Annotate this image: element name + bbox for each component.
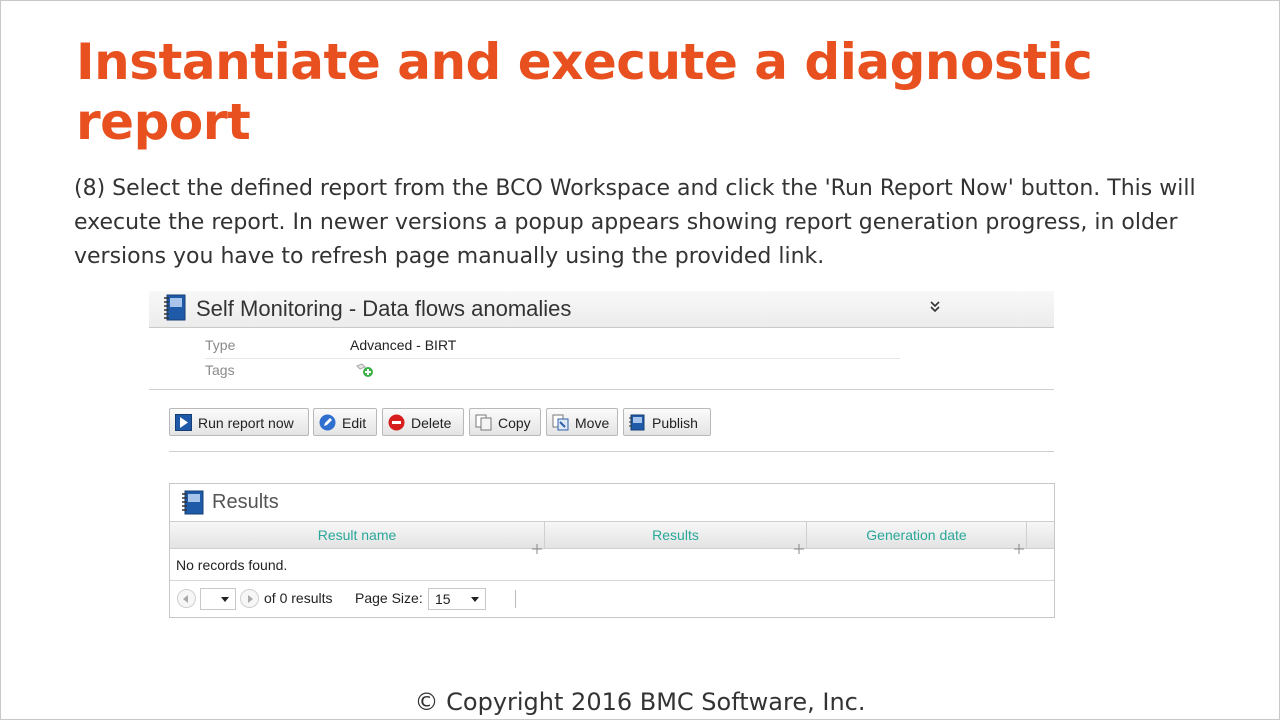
run-report-now-button[interactable]: Run report now bbox=[169, 408, 309, 436]
delete-button[interactable]: Delete bbox=[382, 408, 464, 436]
move-icon bbox=[552, 414, 569, 431]
move-label: Move bbox=[575, 415, 610, 431]
results-book-icon bbox=[179, 489, 205, 522]
column-resize-icon[interactable] bbox=[794, 536, 804, 554]
play-icon bbox=[175, 414, 192, 431]
column-resize-icon[interactable] bbox=[1014, 536, 1024, 554]
column-header-filler bbox=[1027, 521, 1054, 549]
pencil-icon bbox=[319, 414, 336, 431]
copyright-footer: © Copyright 2016 BMC Software, Inc. bbox=[414, 688, 866, 716]
results-count-text: of 0 results bbox=[264, 590, 333, 606]
slide-title: Instantiate and execute a diagnostic rep… bbox=[76, 33, 1093, 151]
column-header-generation-date[interactable]: Generation date bbox=[807, 521, 1027, 554]
results-header: Results bbox=[170, 484, 1054, 521]
column-header-result-name[interactable]: Result name bbox=[170, 521, 545, 554]
copy-icon bbox=[475, 414, 492, 431]
slide-body-text: (8) Select the defined report from the B… bbox=[74, 176, 1196, 269]
header-divider bbox=[149, 389, 1054, 390]
page-size-value: 15 bbox=[435, 591, 451, 607]
report-book-icon bbox=[161, 293, 187, 328]
run-report-now-label: Run report now bbox=[198, 415, 294, 431]
column-header-results[interactable]: Results bbox=[545, 521, 831, 554]
prop-label-tags: Tags bbox=[205, 362, 235, 378]
page-size-label: Page Size: bbox=[355, 590, 423, 606]
collapse-toggle-icon[interactable] bbox=[929, 300, 941, 317]
page-size-select[interactable]: 15 bbox=[428, 588, 486, 610]
page-number-select[interactable] bbox=[200, 588, 236, 610]
chevron-down-icon bbox=[471, 597, 479, 602]
edit-button[interactable]: Edit bbox=[313, 408, 377, 436]
edit-label: Edit bbox=[342, 415, 367, 431]
report-title: Self Monitoring - Data flows anomalies bbox=[196, 296, 572, 321]
next-page-button[interactable] bbox=[240, 589, 259, 608]
prop-label-type: Type bbox=[205, 337, 236, 353]
column-resize-icon[interactable] bbox=[532, 536, 542, 554]
previous-page-button[interactable] bbox=[177, 589, 196, 608]
results-title: Results bbox=[212, 491, 279, 513]
copy-button[interactable]: Copy bbox=[469, 408, 541, 436]
column-label-result-name: Result name bbox=[317, 527, 397, 543]
move-button[interactable]: Move bbox=[546, 408, 618, 436]
delete-label: Delete bbox=[411, 415, 452, 431]
empty-results-message: No records found. bbox=[176, 557, 288, 573]
publish-button[interactable]: Publish bbox=[623, 408, 711, 436]
prop-value-type: Advanced - BIRT bbox=[350, 337, 457, 353]
publish-icon bbox=[629, 414, 646, 431]
prop-row-type: Type Advanced - BIRT bbox=[205, 334, 900, 359]
column-label-generation-date: Generation date bbox=[866, 527, 967, 543]
add-tag-icon[interactable] bbox=[355, 362, 375, 378]
prop-row-tags: Tags bbox=[205, 359, 900, 383]
chevron-down-icon bbox=[221, 597, 229, 602]
report-header: Self Monitoring - Data flows anomalies bbox=[149, 291, 1054, 328]
publish-label: Publish bbox=[652, 415, 698, 431]
toolbar-divider bbox=[169, 451, 1054, 452]
results-panel: Results Result name Results Generation d… bbox=[169, 483, 1055, 618]
results-pager: of 0 results Page Size: 15 bbox=[170, 580, 1054, 618]
copy-label: Copy bbox=[498, 415, 531, 431]
report-properties: Type Advanced - BIRT Tags bbox=[205, 334, 900, 383]
delete-icon bbox=[388, 414, 405, 431]
column-label-results: Results bbox=[652, 527, 699, 543]
pager-divider bbox=[515, 590, 516, 608]
